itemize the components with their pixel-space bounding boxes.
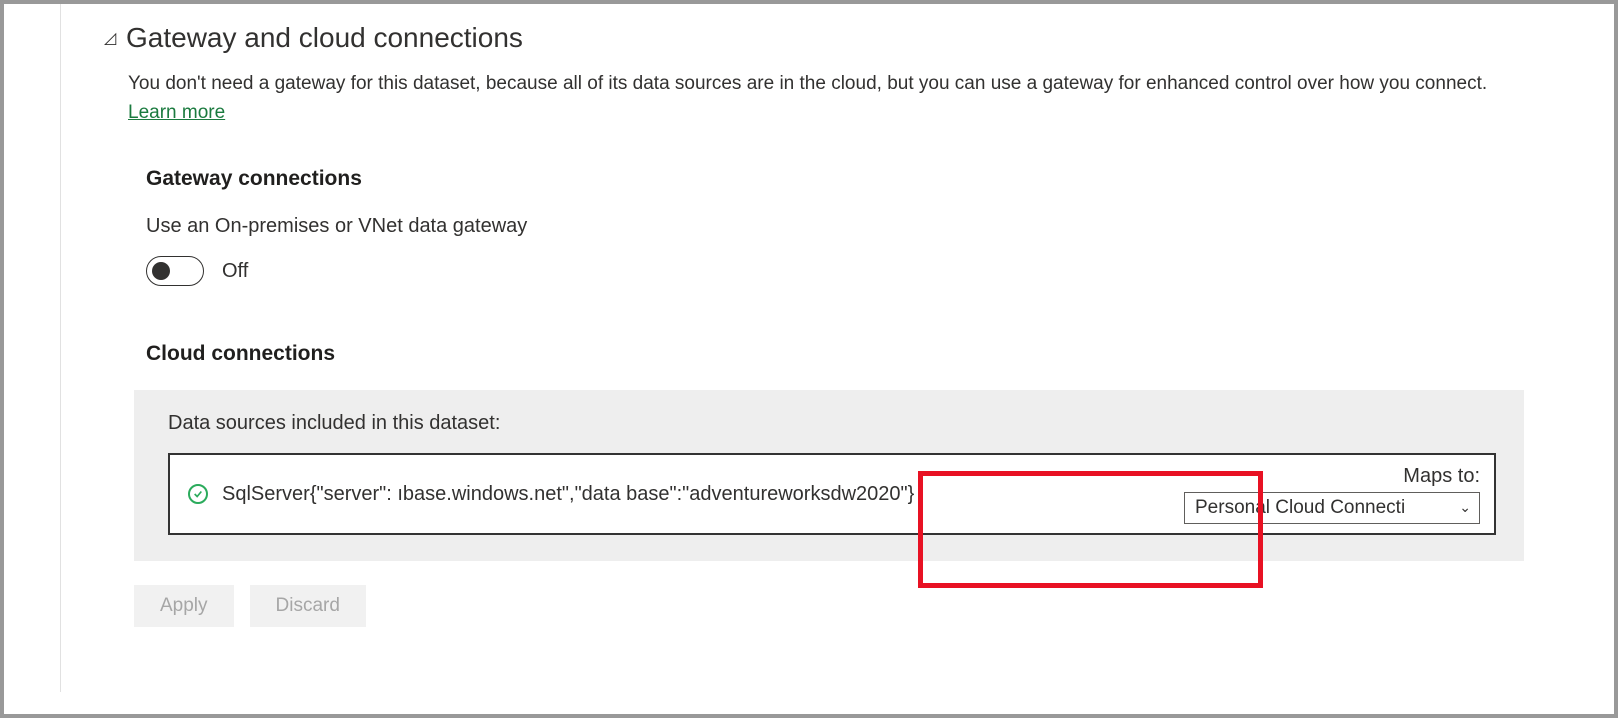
section-description: You don't need a gateway for this datase… bbox=[128, 70, 1524, 127]
section-header: ◿ Gateway and cloud connections bbox=[104, 22, 1524, 54]
gateway-toggle[interactable] bbox=[146, 256, 204, 286]
discard-button[interactable]: Discard bbox=[250, 585, 366, 627]
datasource-row: SqlServer{"server": ıbase.windows.net","… bbox=[168, 453, 1496, 535]
apply-button[interactable]: Apply bbox=[134, 585, 234, 627]
learn-more-link[interactable]: Learn more bbox=[128, 102, 225, 123]
toggle-knob-icon bbox=[152, 262, 170, 280]
datasources-label: Data sources included in this dataset: bbox=[168, 412, 1496, 435]
gateway-toggle-label: Use an On-premises or VNet data gateway bbox=[146, 215, 1524, 238]
cloud-panel: Data sources included in this dataset: S… bbox=[134, 390, 1524, 561]
success-check-icon bbox=[188, 484, 208, 504]
maps-to-label: Maps to: bbox=[1403, 465, 1480, 488]
datasource-text: SqlServer{"server": ıbase.windows.net","… bbox=[222, 480, 914, 508]
left-divider bbox=[60, 4, 61, 692]
settings-panel: ◿ Gateway and cloud connections You don'… bbox=[0, 0, 1618, 718]
datasource-info: SqlServer{"server": ıbase.windows.net","… bbox=[170, 455, 1174, 533]
content-area: ◿ Gateway and cloud connections You don'… bbox=[4, 4, 1614, 627]
section-title: Gateway and cloud connections bbox=[126, 22, 523, 54]
description-text: You don't need a gateway for this datase… bbox=[128, 73, 1487, 94]
gateway-toggle-state: Off bbox=[222, 260, 248, 283]
gateway-toggle-row: Off bbox=[146, 256, 1524, 286]
maps-to-dropdown[interactable]: Personal Cloud Connecti ⌄ bbox=[1184, 492, 1480, 524]
collapse-caret-icon[interactable]: ◿ bbox=[104, 28, 122, 48]
dropdown-value: Personal Cloud Connecti bbox=[1195, 497, 1405, 519]
chevron-down-icon: ⌄ bbox=[1459, 499, 1471, 516]
maps-to-cell: Maps to: Personal Cloud Connecti ⌄ bbox=[1174, 455, 1494, 533]
gateway-heading: Gateway connections bbox=[146, 167, 1524, 191]
cloud-heading: Cloud connections bbox=[146, 342, 1524, 366]
footer-buttons: Apply Discard bbox=[134, 585, 1524, 627]
